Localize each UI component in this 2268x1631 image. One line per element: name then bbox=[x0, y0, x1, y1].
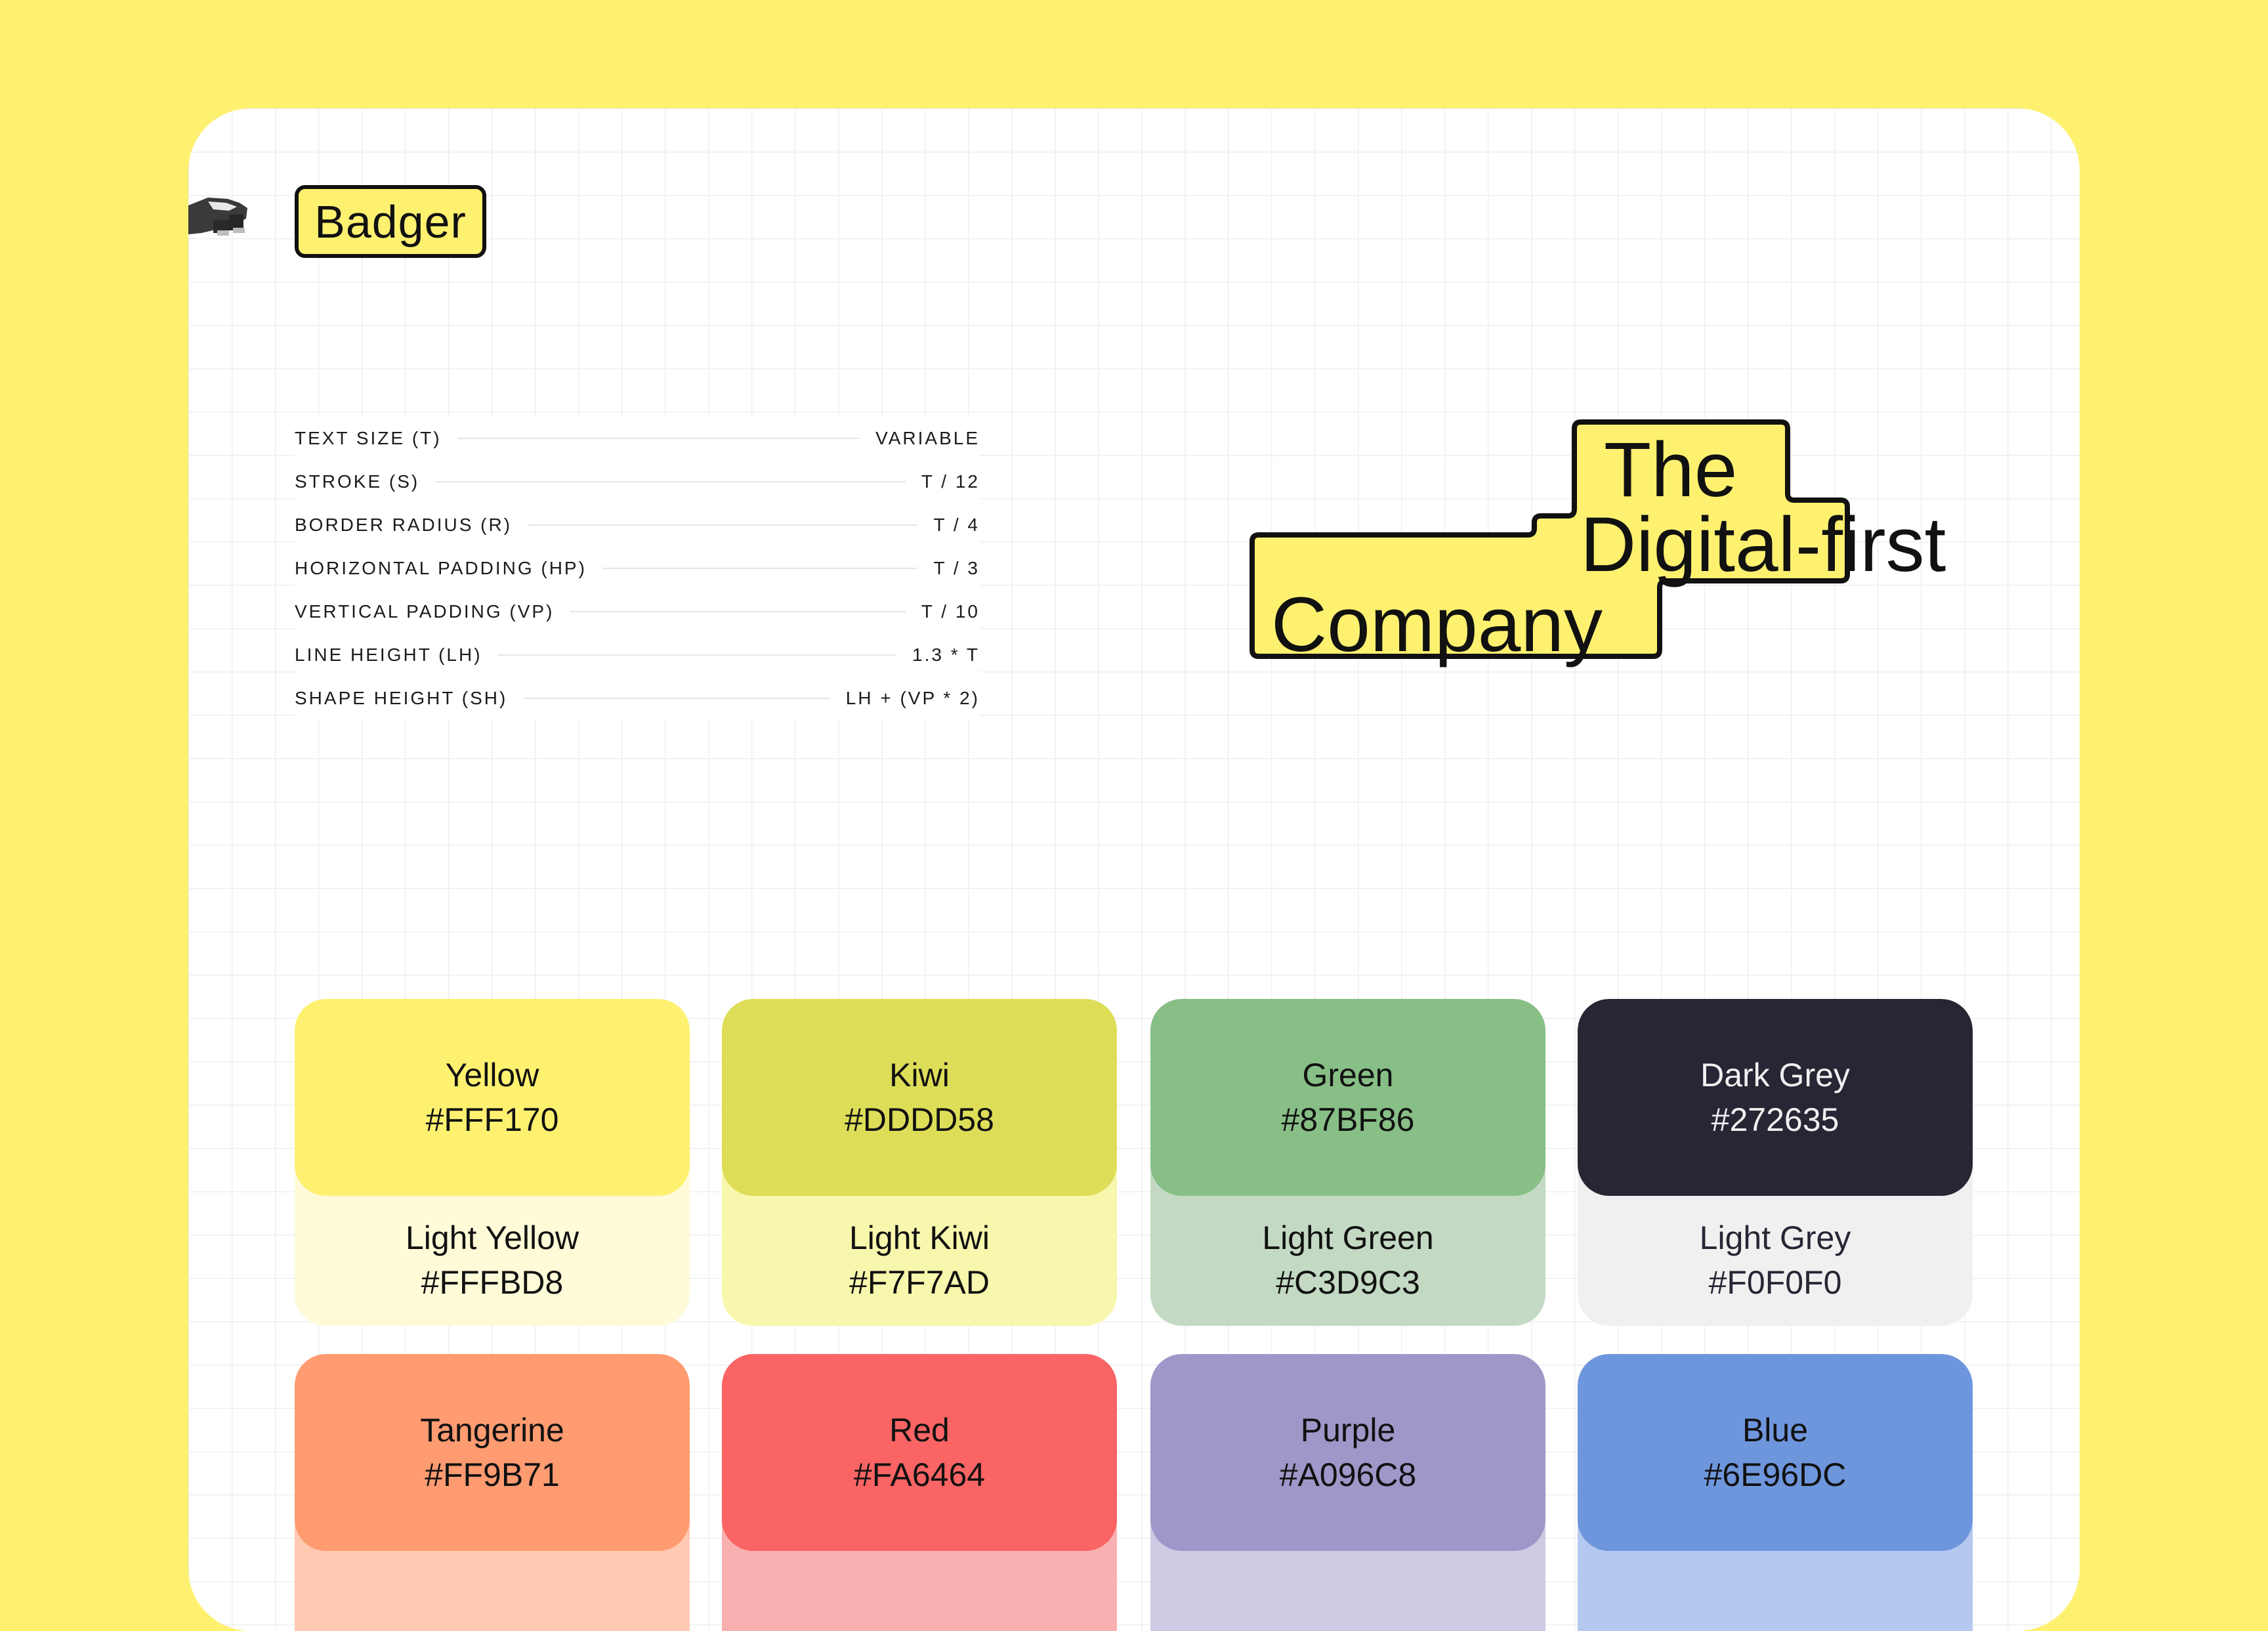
swatch-hex: #A096C8 bbox=[1279, 1456, 1417, 1493]
swatch-main-section: Kiwi #DDDD58 bbox=[722, 999, 1117, 1196]
brand-logo[interactable]: Badger bbox=[295, 185, 486, 258]
swatch-light-name: Light Yellow bbox=[405, 1219, 579, 1256]
swatch-light-name: Light Grey bbox=[1699, 1219, 1851, 1256]
swatch-hex: #272635 bbox=[1711, 1101, 1839, 1138]
swatch-main-section: Blue #6E96DC bbox=[1578, 1354, 1973, 1551]
swatch-main-section: Dark Grey #272635 bbox=[1578, 999, 1973, 1196]
spec-value: T / 4 bbox=[933, 515, 980, 535]
swatch-name: Dark Grey bbox=[1700, 1057, 1850, 1093]
spec-value: 1.3 * T bbox=[912, 645, 980, 665]
brand-name: Badger bbox=[314, 196, 467, 247]
hero-line-the: The bbox=[1604, 427, 1738, 513]
swatch-blue[interactable]: Blue #6E96DC bbox=[1578, 1354, 1973, 1631]
swatch-light-name: Light Kiwi bbox=[849, 1219, 990, 1256]
swatch-main-section: Red #FA6464 bbox=[722, 1354, 1117, 1551]
swatch-light-hex: #F7F7AD bbox=[849, 1264, 990, 1301]
spec-label: SHAPE HEIGHT (SH) bbox=[295, 688, 508, 708]
hero-line-company: Company bbox=[1271, 582, 1603, 668]
swatch-yellow[interactable]: Light Yellow #FFFBD8 Yellow #FFF170 bbox=[295, 999, 690, 1326]
spec-row: SHAPE HEIGHT (SH) LH + (VP * 2) bbox=[295, 677, 980, 720]
spec-value: VARIABLE bbox=[875, 428, 980, 448]
swatch-main-section: Yellow #FFF170 bbox=[295, 999, 690, 1196]
spec-leader bbox=[570, 611, 906, 612]
spec-value: T / 3 bbox=[933, 558, 980, 578]
swatch-name: Tangerine bbox=[420, 1412, 564, 1449]
swatch-name: Green bbox=[1302, 1057, 1394, 1093]
hero-line-digital-first: Digital-first bbox=[1580, 501, 1946, 588]
swatch-red[interactable]: Red #FA6464 bbox=[722, 1354, 1117, 1631]
spec-leader bbox=[435, 481, 906, 482]
swatch-dark-grey[interactable]: Light Grey #F0F0F0 Dark Grey #272635 bbox=[1578, 999, 1973, 1326]
spec-label: VERTICAL PADDING (VP) bbox=[295, 601, 555, 622]
swatch-main-section: Purple #A096C8 bbox=[1150, 1354, 1545, 1551]
spec-label: HORIZONTAL PADDING (HP) bbox=[295, 558, 587, 578]
badger-mascot-icon bbox=[188, 198, 247, 236]
swatch-main-section: Tangerine #FF9B71 bbox=[295, 1354, 690, 1551]
swatch-hex: #FF9B71 bbox=[425, 1456, 560, 1493]
swatch-hex: #FFF170 bbox=[425, 1101, 559, 1138]
swatch-main-section: Green #87BF86 bbox=[1150, 999, 1545, 1196]
swatch-light-hex: #F0F0F0 bbox=[1708, 1264, 1842, 1301]
swatch-purple[interactable]: Purple #A096C8 bbox=[1150, 1354, 1545, 1631]
swatch-green[interactable]: Light Green #C3D9C3 Green #87BF86 bbox=[1150, 999, 1545, 1326]
swatch-kiwi[interactable]: Light Kiwi #F7F7AD Kiwi #DDDD58 bbox=[722, 999, 1117, 1326]
swatch-light-name: Light Green bbox=[1262, 1219, 1434, 1256]
swatch-name: Kiwi bbox=[889, 1057, 950, 1093]
spec-value: T / 10 bbox=[921, 601, 980, 622]
swatch-hex: #87BF86 bbox=[1281, 1101, 1415, 1138]
swatch-name: Red bbox=[889, 1412, 950, 1449]
spec-value: T / 12 bbox=[921, 471, 980, 492]
hero-badge: The Digital-first Company bbox=[1238, 417, 2080, 745]
spec-table: TEXT SIZE (T) VARIABLE STROKE (S) T / 12… bbox=[295, 417, 980, 720]
swatch-light-hex: #FFFBD8 bbox=[421, 1264, 564, 1301]
spec-row: BORDER RADIUS (R) T / 4 bbox=[295, 503, 980, 547]
swatch-name: Purple bbox=[1300, 1412, 1396, 1449]
spec-label: STROKE (S) bbox=[295, 471, 420, 492]
spec-row: VERTICAL PADDING (VP) T / 10 bbox=[295, 590, 980, 633]
swatch-name: Blue bbox=[1742, 1412, 1809, 1449]
brand-guide-card: Badger TEXT SIZE (T) VARIABLE STROKE (S)… bbox=[188, 108, 2080, 1631]
swatch-tangerine[interactable]: Tangerine #FF9B71 bbox=[295, 1354, 690, 1631]
spec-row: TEXT SIZE (T) VARIABLE bbox=[295, 417, 980, 460]
spec-row: LINE HEIGHT (LH) 1.3 * T bbox=[295, 633, 980, 677]
spec-label: TEXT SIZE (T) bbox=[295, 428, 442, 448]
spec-row: HORIZONTAL PADDING (HP) T / 3 bbox=[295, 547, 980, 590]
spec-label: BORDER RADIUS (R) bbox=[295, 515, 513, 535]
spec-leader bbox=[457, 438, 860, 439]
spec-leader bbox=[497, 654, 897, 656]
spec-row: STROKE (S) T / 12 bbox=[295, 460, 980, 503]
swatch-light-hex: #C3D9C3 bbox=[1276, 1264, 1420, 1301]
spec-leader bbox=[523, 698, 830, 699]
swatch-hex: #FA6464 bbox=[853, 1456, 986, 1493]
spec-leader bbox=[602, 568, 918, 569]
swatch-name: Yellow bbox=[445, 1057, 539, 1093]
swatch-hex: #DDDD58 bbox=[845, 1101, 994, 1138]
spec-leader bbox=[528, 524, 918, 526]
spec-label: LINE HEIGHT (LH) bbox=[295, 645, 482, 665]
spec-value: LH + (VP * 2) bbox=[845, 688, 980, 708]
swatch-hex: #6E96DC bbox=[1704, 1456, 1847, 1493]
